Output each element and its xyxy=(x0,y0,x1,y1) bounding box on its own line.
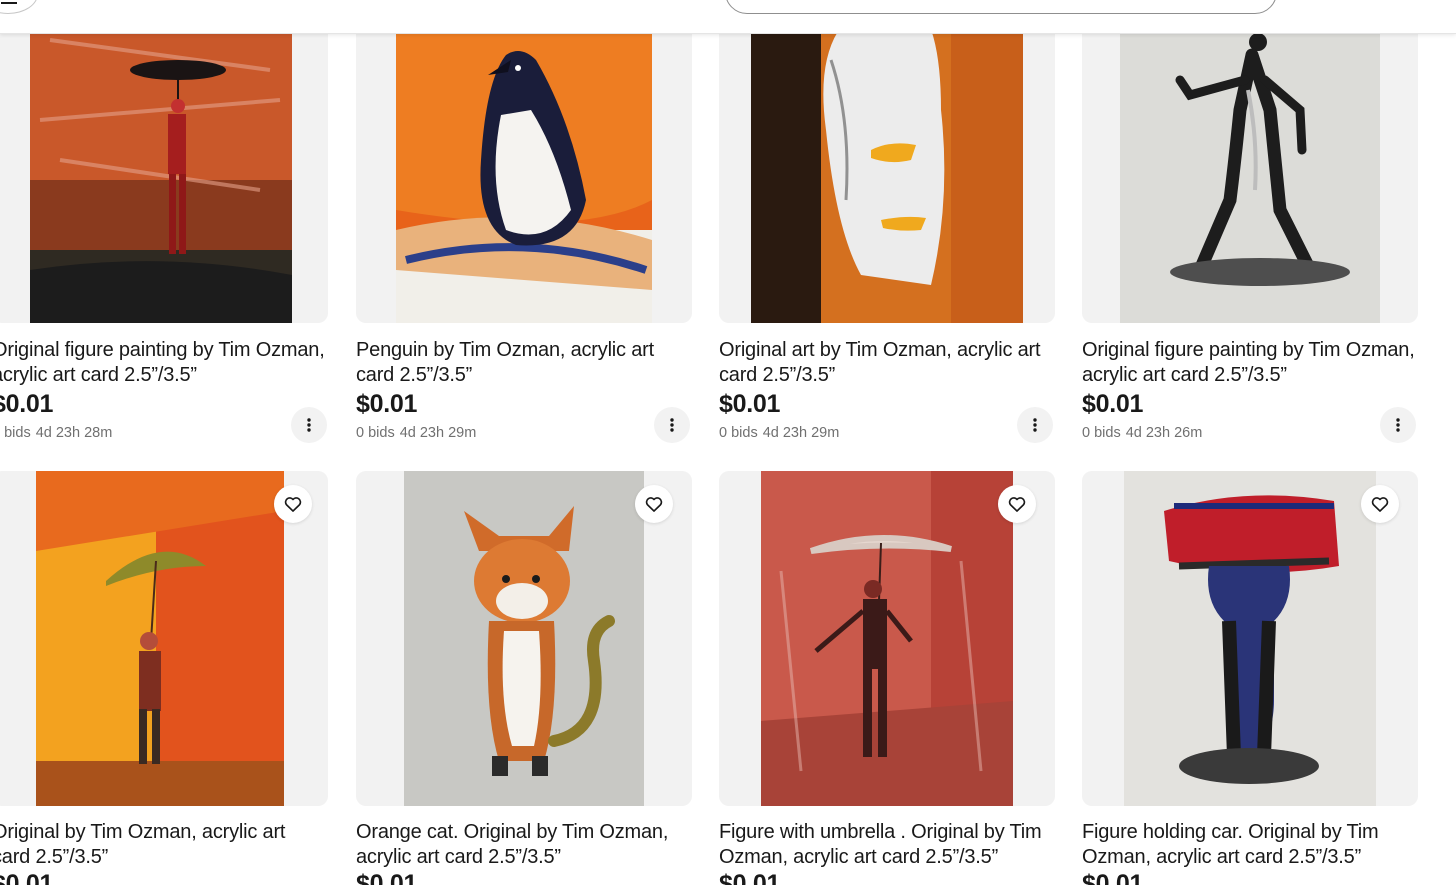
more-vertical-icon xyxy=(1033,418,1037,432)
penguin-orange-painting xyxy=(396,0,652,323)
listing-meta: 0 bids 4d 23h 29m xyxy=(719,425,844,441)
listing-image[interactable] xyxy=(1082,0,1418,323)
figure-umbrella-pink-painting xyxy=(761,471,1013,806)
listing-price: $0.01 xyxy=(356,390,418,418)
listing-image[interactable] xyxy=(719,471,1055,806)
time-left: 4d 23h 29m xyxy=(762,425,840,441)
listing-title[interactable]: Figure with umbrella . Original by Tim O… xyxy=(719,820,1055,869)
listing-title[interactable]: Original figure painting by Tim Ozman, a… xyxy=(1082,338,1418,387)
listing-title[interactable]: Penguin by Tim Ozman, acrylic art card 2… xyxy=(356,338,692,387)
more-options-button[interactable] xyxy=(1380,407,1416,443)
heart-icon xyxy=(1371,497,1389,512)
figure-under-umbrella-red-painting xyxy=(30,0,292,323)
heart-icon xyxy=(645,497,663,512)
figure-holding-car-painting xyxy=(1124,471,1376,806)
listing-image[interactable] xyxy=(356,0,692,323)
more-vertical-icon xyxy=(307,418,311,432)
bid-count: 0 bids xyxy=(0,425,31,441)
listing-image[interactable] xyxy=(1082,471,1418,806)
listing-price: $0.01 xyxy=(0,870,54,885)
menu-button[interactable] xyxy=(0,0,38,14)
orange-cat-painting xyxy=(404,471,644,806)
listing-grid: Original figure painting by Tim Ozman, a… xyxy=(0,0,1456,885)
listing-price: $0.01 xyxy=(1082,870,1144,885)
heart-icon xyxy=(1008,497,1026,512)
listing-image[interactable] xyxy=(0,0,328,323)
watch-button[interactable] xyxy=(274,485,312,523)
black-figure-painting xyxy=(1120,0,1380,323)
listing-price: $0.01 xyxy=(719,870,781,885)
listing-price: $0.01 xyxy=(1082,390,1144,418)
more-options-button[interactable] xyxy=(654,407,690,443)
listing-meta: 0 bids 4d 23h 26m xyxy=(1082,425,1207,441)
listing-image[interactable] xyxy=(719,0,1055,323)
watch-button[interactable] xyxy=(635,485,673,523)
more-vertical-icon xyxy=(670,418,674,432)
listing-price: $0.01 xyxy=(356,870,418,885)
bid-count: 0 bids xyxy=(719,425,758,441)
listing-price: $0.01 xyxy=(719,390,781,418)
bid-count: 0 bids xyxy=(356,425,395,441)
more-vertical-icon xyxy=(1396,418,1400,432)
time-left: 4d 23h 29m xyxy=(399,425,477,441)
listing-image[interactable] xyxy=(0,471,328,806)
hamburger-icon xyxy=(1,2,17,4)
listing-title[interactable]: Original by Tim Ozman, acrylic art card … xyxy=(0,820,328,869)
listing-meta: 0 bids4d 23h 28m xyxy=(0,425,117,441)
time-left: 4d 23h 28m xyxy=(35,425,113,441)
more-options-button[interactable] xyxy=(291,407,327,443)
listing-title[interactable]: Original figure painting by Tim Ozman, a… xyxy=(0,338,328,387)
figure-umbrella-orange-painting xyxy=(36,471,284,806)
listing-meta: 0 bids 4d 23h 29m xyxy=(356,425,481,441)
listing-price: $0.01 xyxy=(0,390,54,418)
watch-button[interactable] xyxy=(1361,485,1399,523)
more-options-button[interactable] xyxy=(1017,407,1053,443)
listing-title[interactable]: Figure holding car. Original by Tim Ozma… xyxy=(1082,820,1418,869)
search-input[interactable] xyxy=(725,0,1277,14)
watch-button[interactable] xyxy=(998,485,1036,523)
bid-count: 0 bids xyxy=(1082,425,1121,441)
listing-title[interactable]: Original art by Tim Ozman, acrylic art c… xyxy=(719,338,1055,387)
listing-title[interactable]: Orange cat. Original by Tim Ozman, acryl… xyxy=(356,820,692,869)
listing-image[interactable] xyxy=(356,471,692,806)
heart-icon xyxy=(284,497,302,512)
sticky-header xyxy=(0,0,1456,34)
time-left: 4d 23h 26m xyxy=(1125,425,1203,441)
white-face-painting xyxy=(751,0,1023,323)
